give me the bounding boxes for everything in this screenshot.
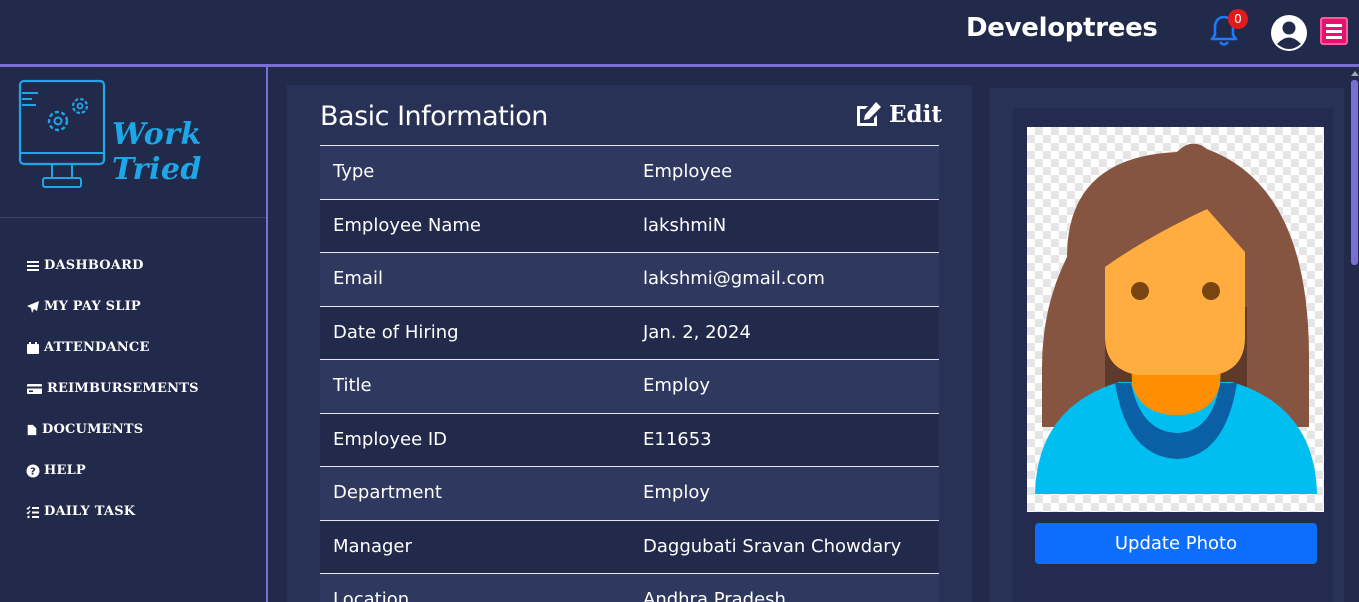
top-navbar: Developtrees 0 — [0, 0, 1359, 64]
row-label: Title — [333, 375, 372, 396]
sidebar-item-help[interactable]: ? HELP — [26, 450, 199, 491]
paper-plane-icon — [27, 300, 39, 313]
basic-information-card: Basic Information Edit Type Employee Empl… — [287, 85, 972, 602]
row-value: Employ — [643, 375, 710, 396]
table-row: Location Andhra Pradesh — [320, 574, 939, 602]
profile-photo — [1027, 127, 1324, 512]
table-row: Type Employee — [320, 146, 939, 200]
table-row: Email lakshmi@gmail.com — [320, 253, 939, 307]
table-row: Employee Name lakshmiN — [320, 199, 939, 253]
table-row: Employee ID E11653 — [320, 413, 939, 467]
hamburger-menu-button[interactable] — [1320, 17, 1348, 45]
sidebar-item-documents[interactable]: DOCUMENTS — [26, 409, 199, 450]
row-value: lakshmiN — [643, 214, 727, 236]
edit-button[interactable]: Edit — [853, 100, 942, 128]
sidebar-item-dashboard[interactable]: DASHBOARD — [26, 245, 199, 286]
bars-icon — [27, 260, 39, 271]
info-table: Type Employee Employee Name lakshmiN Email… — [320, 145, 939, 602]
row-label: Type — [333, 161, 375, 182]
sidebar-item-label: MY PAY SLIP — [44, 299, 141, 314]
row-value: E11653 — [643, 428, 712, 450]
scroll-up-arrow-icon[interactable] — [1351, 71, 1359, 76]
row-label: Date of Hiring — [333, 321, 459, 343]
brand-name: Developtrees — [966, 13, 1158, 43]
sidebar-item-my-pay-slip[interactable]: MY PAY SLIP — [26, 286, 199, 327]
table-row: Title Employ — [320, 360, 939, 414]
sidebar: Work Tried DASHBOARD MY PAY SLIP ATTENDA… — [0, 67, 266, 602]
calendar-icon — [27, 341, 39, 354]
row-label: Employee Name — [333, 214, 481, 236]
row-value: Employ — [643, 482, 710, 503]
edit-icon — [857, 102, 881, 126]
table-row: Date of Hiring Jan. 2, 2024 — [320, 306, 939, 360]
page-title: Basic Information — [320, 101, 548, 132]
row-value: Jan. 2, 2024 — [643, 321, 751, 343]
svg-text:?: ? — [30, 466, 36, 477]
logo-text: Work Tried — [112, 117, 202, 187]
row-label: Manager — [333, 535, 412, 557]
update-photo-button[interactable]: Update Photo — [1035, 523, 1317, 564]
credit-card-icon — [27, 383, 42, 394]
sidebar-item-label: DASHBOARD — [44, 258, 144, 273]
scrollbar-thumb[interactable] — [1351, 80, 1358, 265]
row-label: Department — [333, 482, 442, 503]
sidebar-divider — [0, 217, 266, 218]
row-value: lakshmi@gmail.com — [643, 268, 825, 289]
sidebar-item-daily-task[interactable]: DAILY TASK — [26, 491, 199, 532]
row-value: Employee — [643, 161, 733, 182]
question-circle-icon: ? — [26, 464, 40, 477]
table-row: Manager Daggubati Sravan Chowdary — [320, 520, 939, 574]
sidebar-item-label: HELP — [44, 463, 86, 478]
edit-label: Edit — [889, 100, 942, 128]
sidebar-nav: DASHBOARD MY PAY SLIP ATTENDANCE REIMBUR… — [26, 245, 199, 532]
row-label: Employee ID — [333, 428, 448, 450]
tasks-icon — [26, 505, 39, 518]
sidebar-item-label: DAILY TASK — [44, 504, 136, 519]
table-row: Department Employ — [320, 467, 939, 521]
sidebar-item-attendance[interactable]: ATTENDANCE — [26, 327, 199, 368]
sidebar-item-label: ATTENDANCE — [44, 340, 150, 355]
row-value: Andhra Pradesh — [643, 589, 786, 602]
female-avatar-icon — [1035, 143, 1317, 494]
row-label: Email — [333, 268, 383, 289]
sidebar-item-label: DOCUMENTS — [42, 422, 144, 437]
sidebar-border — [266, 67, 268, 602]
sidebar-item-reimbursements[interactable]: REIMBURSEMENTS — [26, 368, 199, 409]
row-value: Daggubati Sravan Chowdary — [643, 535, 902, 557]
sidebar-item-label: REIMBURSEMENTS — [47, 381, 199, 396]
row-label: Location — [333, 589, 410, 602]
file-icon — [27, 424, 37, 435]
user-avatar-icon[interactable] — [1270, 14, 1308, 52]
notification-badge: 0 — [1228, 9, 1248, 29]
